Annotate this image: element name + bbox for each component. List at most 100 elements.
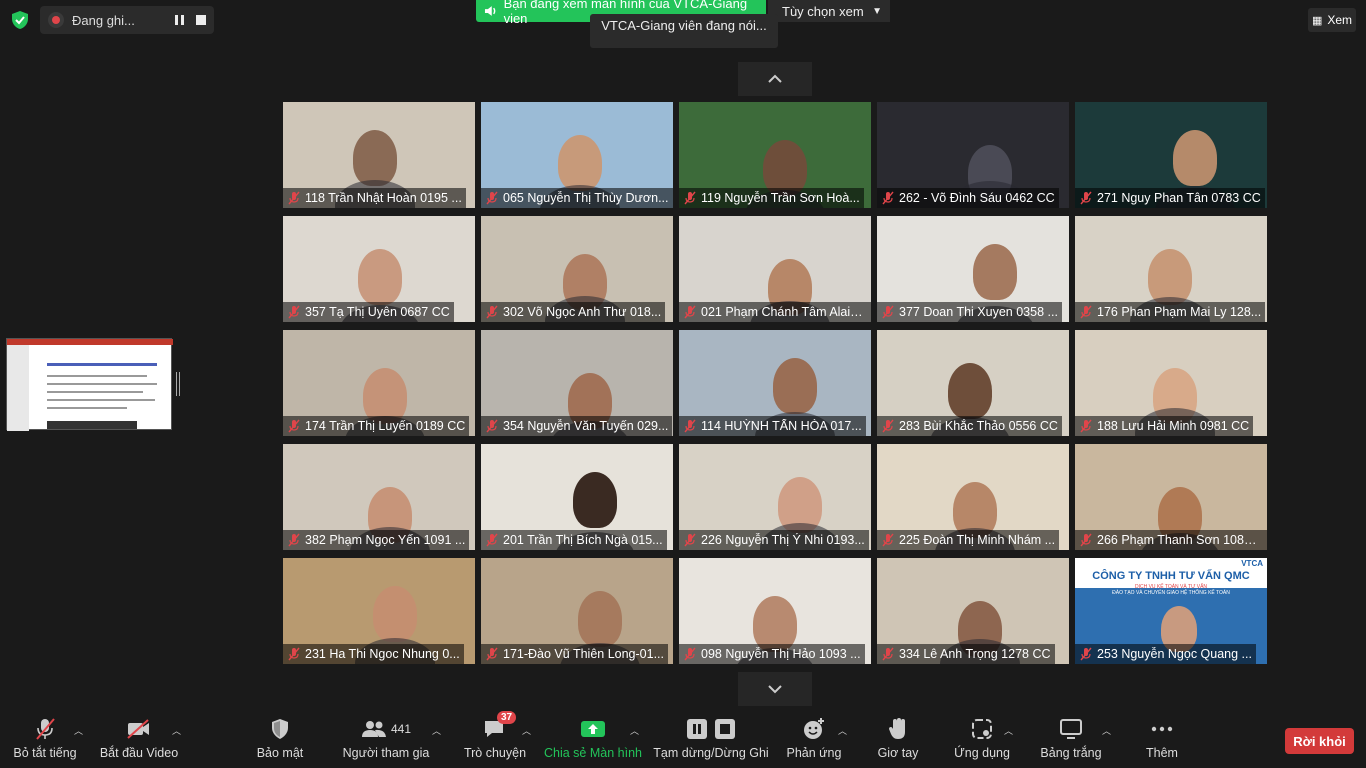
recording-indicator: Đang ghi... <box>40 6 214 34</box>
grid-icon: ▦ <box>1311 14 1323 27</box>
apps-options-caret[interactable]: ︿ <box>1004 724 1013 737</box>
chat-button[interactable]: 37 Trò chuyện <box>462 711 528 768</box>
share-options-caret[interactable]: ︿ <box>630 724 639 737</box>
reactions-options-caret[interactable]: ︿ <box>838 724 847 737</box>
participant-video <box>973 244 1017 300</box>
security-button[interactable]: Bảo mật <box>252 712 308 768</box>
participant-tile[interactable]: 174 Trần Thị Luyến 0189 CC <box>283 330 475 436</box>
microphone-muted-icon <box>288 419 300 433</box>
share-screen-button[interactable]: Chia sẻ Màn hình <box>544 712 642 768</box>
whiteboard-options-caret[interactable]: ︿ <box>1102 724 1111 737</box>
participant-name: 226 Nguyễn Thị Ý Nhi 0193... <box>701 533 865 547</box>
more-button[interactable]: Thêm <box>1140 712 1184 768</box>
participant-name: 021 Phạm Chánh Tâm Alain... <box>701 305 867 319</box>
participant-name: 114 HUỲNH TẤN HÒA 017... <box>701 419 862 433</box>
chevron-up-icon <box>768 74 782 83</box>
participant-name: 098 Nguyễn Thị Hảo 1093 ... <box>701 647 861 661</box>
participant-tile[interactable]: 334 Lê Anh Trọng 1278 CC <box>877 558 1069 664</box>
start-video-button[interactable]: Bắt đầu Video <box>100 712 178 768</box>
participant-tile[interactable]: 225 Đoàn Thị Minh Nhám ... <box>877 444 1069 550</box>
participant-video <box>558 135 602 191</box>
microphone-muted-icon <box>288 191 300 205</box>
apps-icon <box>972 719 992 739</box>
raise-hand-button[interactable]: Giơ tay <box>872 712 924 768</box>
participant-video <box>578 591 622 647</box>
participant-tile[interactable]: 262 - Võ Đình Sáu 0462 CC <box>877 102 1069 208</box>
participant-video <box>353 130 397 186</box>
participant-name: 065 Nguyễn Thị Thùy Dươn... <box>503 191 669 205</box>
pause-stop-recording-button[interactable]: Tạm dừng/Dừng Ghi <box>652 712 770 768</box>
microphone-muted-icon <box>882 419 894 433</box>
participant-name: 382 Phạm Ngọc Yến 1091 ... <box>305 533 466 547</box>
video-options-caret[interactable]: ︿ <box>172 724 181 737</box>
microphone-muted-icon <box>1080 419 1092 433</box>
microphone-muted-icon <box>1080 191 1092 205</box>
thumbnail-title <box>47 363 157 366</box>
participant-tile[interactable]: 021 Phạm Chánh Tâm Alain... <box>679 216 871 322</box>
participant-tile[interactable]: 283 Bùi Khắc Thảo 0556 CC <box>877 330 1069 436</box>
leave-meeting-button[interactable]: Rời khỏi <box>1285 728 1354 754</box>
microphone-muted-icon <box>882 305 894 319</box>
participant-name-label: 334 Lê Anh Trọng 1278 CC <box>877 644 1055 664</box>
participant-tile[interactable]: 231 Ha Thi Ngoc Nhung 0... <box>283 558 475 664</box>
microphone-muted-icon <box>486 191 498 205</box>
microphone-muted-icon <box>486 419 498 433</box>
qmc-subtitle-2: ĐÀO TẠO VÀ CHUYỂN GIAO HỆ THỐNG KẾ TOÁN <box>1112 590 1230 596</box>
apps-button[interactable]: Ứng dụng <box>950 712 1014 768</box>
stop-recording-button[interactable] <box>196 15 206 25</box>
reactions-button[interactable]: Phản ứng <box>784 712 844 768</box>
view-button[interactable]: ▦ Xem <box>1308 8 1356 32</box>
participant-tile[interactable]: 188 Lưu Hải Minh 0981 CC <box>1075 330 1267 436</box>
audio-options-caret[interactable]: ︿ <box>74 724 83 737</box>
participant-video <box>948 363 992 419</box>
participant-tile[interactable]: 271 Nguy Phan Tân 0783 CC <box>1075 102 1267 208</box>
pause-recording-button[interactable] <box>172 13 186 27</box>
shared-screen-thumbnail[interactable] <box>6 338 173 431</box>
view-options-dropdown[interactable]: Tùy chọn xem ▼ <box>768 0 890 22</box>
participant-tile[interactable]: 302 Võ Ngọc Anh Thư 018... <box>481 216 673 322</box>
whiteboard-label: Bảng trắng <box>1040 746 1102 760</box>
participant-tile[interactable]: 065 Nguyễn Thị Thùy Dươn... <box>481 102 673 208</box>
chat-options-caret[interactable]: ︿ <box>522 724 531 737</box>
participant-name-label: 065 Nguyễn Thị Thùy Dươn... <box>481 188 673 208</box>
unmute-label: Bỏ tắt tiếng <box>13 746 77 760</box>
participants-options-caret[interactable]: ︿ <box>432 724 441 737</box>
stop-icon <box>715 719 735 739</box>
participant-tile[interactable]: 226 Nguyễn Thị Ý Nhi 0193... <box>679 444 871 550</box>
participant-name: 119 Nguyễn Trần Sơn Hoà... <box>701 191 860 205</box>
panel-resize-handle[interactable] <box>176 372 180 396</box>
participant-tile[interactable]: 119 Nguyễn Trần Sơn Hoà... <box>679 102 871 208</box>
view-options-label: Tùy chọn xem <box>782 3 864 19</box>
recording-label: Đang ghi... <box>72 12 135 28</box>
participants-count: 441 <box>390 722 412 736</box>
participant-tile[interactable]: 266 Phạm Thanh Sơn 1082 ... <box>1075 444 1267 550</box>
participant-tile[interactable]: 118 Trần Nhật Hoàn 0195 ... <box>283 102 475 208</box>
participants-button[interactable]: 441 Người tham gia <box>340 712 432 768</box>
participant-tile[interactable]: 377 Doan Thi Xuyen 0358 ... <box>877 216 1069 322</box>
participant-tile[interactable]: 176 Phan Phạm Mai Ly 128... <box>1075 216 1267 322</box>
participant-tile[interactable]: 357 Tạ Thị Uyên 0687 CC <box>283 216 475 322</box>
page-down-button[interactable] <box>738 672 812 706</box>
unmute-button[interactable]: Bỏ tắt tiếng <box>10 712 80 768</box>
participant-name-label: 357 Tạ Thị Uyên 0687 CC <box>283 302 454 322</box>
participant-tile[interactable]: 382 Phạm Ngọc Yến 1091 ... <box>283 444 475 550</box>
participant-tile[interactable]: CÔNG TY TNHH TƯ VẤN QMC DỊCH VỤ KẾ TOÁN V… <box>1075 558 1267 664</box>
participant-tile[interactable]: 114 HUỲNH TẤN HÒA 017... <box>679 330 871 436</box>
active-speaker-tooltip: VTCA-Giang viên đang nói... <box>590 14 778 48</box>
shield-icon[interactable] <box>10 10 30 30</box>
whiteboard-button[interactable]: Bảng trắng <box>1036 712 1106 768</box>
participant-tile[interactable]: 201 Trần Thị Bích Ngà 015... <box>481 444 673 550</box>
participant-tile[interactable]: 171-Đào Vũ Thiên Long-01... <box>481 558 673 664</box>
participant-video <box>773 358 817 414</box>
participant-name-label: 176 Phan Phạm Mai Ly 128... <box>1075 302 1266 322</box>
microphone-muted-icon <box>1080 305 1092 319</box>
emoji-icon <box>804 718 824 739</box>
participant-name: 271 Nguy Phan Tân 0783 CC <box>1097 191 1261 205</box>
participant-name-label: 114 HUỲNH TẤN HÒA 017... <box>679 416 866 436</box>
participant-tile[interactable]: 098 Nguyễn Thị Hảo 1093 ... <box>679 558 871 664</box>
participant-tile[interactable]: 354 Nguyễn Văn Tuyến 029... <box>481 330 673 436</box>
hand-icon <box>889 718 905 739</box>
page-up-button[interactable] <box>738 62 812 96</box>
microphone-muted-icon <box>882 647 894 661</box>
participant-name-label: 271 Nguy Phan Tân 0783 CC <box>1075 188 1265 208</box>
